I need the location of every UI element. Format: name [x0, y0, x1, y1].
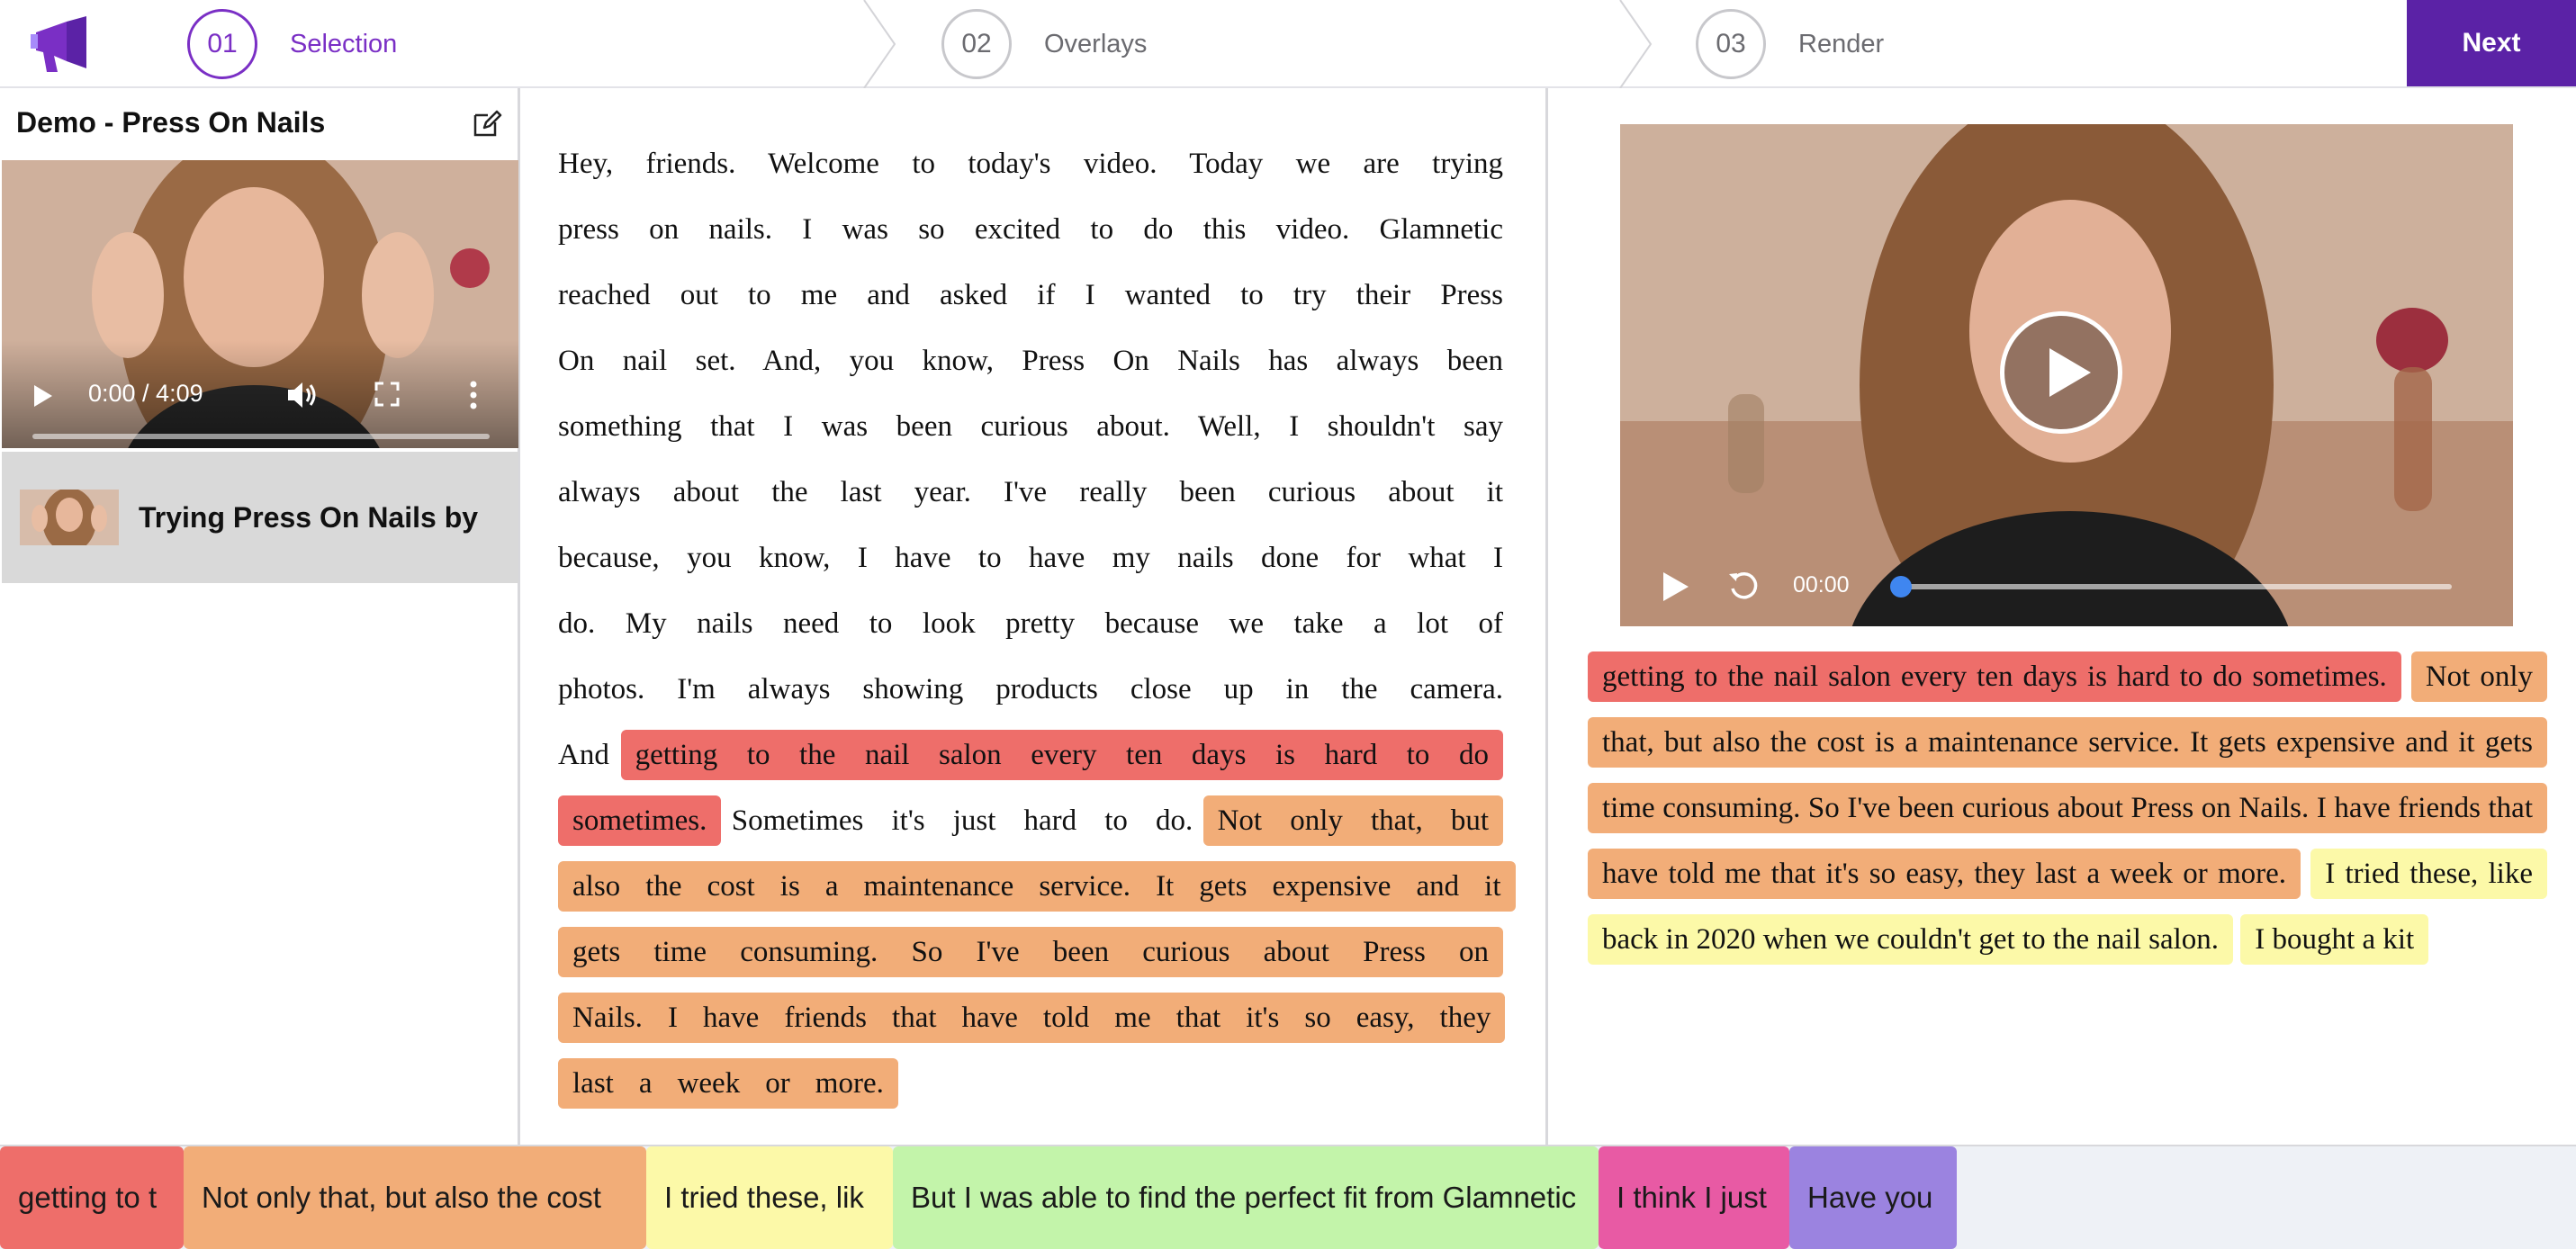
- next-button[interactable]: Next: [2407, 0, 2576, 86]
- step-label: Render: [1798, 29, 1885, 58]
- transcript-panel[interactable]: Hey, friends. Welcome to today's video. …: [522, 88, 1548, 1145]
- source-video-player[interactable]: 0:00 / 4:09: [2, 160, 518, 448]
- preview-video-player[interactable]: 00:00: [1620, 124, 2513, 626]
- clip-timeline: getting to t Not only that, but also the…: [0, 1145, 2576, 1249]
- transcript-segment[interactable]: Hey, friends. Welcome to today's video. …: [558, 148, 1503, 771]
- step-number: 03: [1696, 9, 1766, 79]
- step-label: Overlays: [1044, 29, 1148, 58]
- step-number: 02: [941, 9, 1012, 79]
- video-progress-bar[interactable]: [32, 434, 490, 439]
- step-render[interactable]: 03 Render: [1696, 0, 1884, 88]
- preview-highlight-red[interactable]: getting to the nail salon every ten days…: [1588, 651, 2401, 702]
- clip-item[interactable]: Have you: [1789, 1146, 1957, 1249]
- preview-progress-bar[interactable]: [1899, 584, 2452, 589]
- project-sidebar: Demo - Press On Nails 0:00 / 4:09 Trying…: [0, 88, 520, 1145]
- step-overlays[interactable]: 02 Overlays: [941, 0, 1147, 88]
- edit-icon[interactable]: [472, 108, 502, 139]
- top-bar: 01 Selection 02 Overlays 03 Render Next: [0, 0, 2576, 88]
- big-play-button[interactable]: [2000, 311, 2122, 434]
- clip-item[interactable]: I think I just: [1599, 1146, 1789, 1249]
- video-time: 0:00 / 4:09: [88, 380, 203, 407]
- step-separator-icon: [1619, 0, 1653, 88]
- fullscreen-icon[interactable]: [374, 382, 400, 407]
- megaphone-logo-icon[interactable]: [31, 14, 99, 74]
- play-icon[interactable]: [34, 385, 52, 407]
- step-label: Selection: [290, 29, 398, 58]
- more-options-icon[interactable]: [468, 380, 479, 410]
- step-number: 01: [187, 9, 257, 79]
- list-item[interactable]: Trying Press On Nails by: [2, 452, 518, 583]
- clip-item[interactable]: getting to t: [0, 1146, 184, 1249]
- preview-segment[interactable]: I bought a kit: [2240, 914, 2429, 965]
- preview-panel: 00:00 getting to the nail salon every te…: [1550, 88, 2576, 1145]
- list-item-label: Trying Press On Nails by: [139, 500, 479, 534]
- transcript-segment[interactable]: Sometimes it's just hard to do.: [732, 804, 1193, 837]
- step-selection[interactable]: 01 Selection: [187, 0, 397, 88]
- step-separator-icon: [863, 0, 896, 88]
- preview-time: 00:00: [1793, 572, 1850, 598]
- project-title: Demo - Press On Nails: [16, 106, 326, 139]
- preview-controls: 00:00: [1620, 545, 2513, 626]
- preview-caption-text: getting to the nail salon every ten days…: [1588, 644, 2548, 973]
- clip-item[interactable]: I tried these, lik: [646, 1146, 893, 1249]
- video-thumbnail: [20, 490, 119, 545]
- volume-icon[interactable]: [286, 380, 319, 410]
- clip-item[interactable]: But I was able to find the perfect fit f…: [893, 1146, 1599, 1249]
- transcript-text: Hey, friends. Welcome to today's video. …: [558, 131, 1516, 1117]
- video-controls: 0:00 / 4:09: [2, 340, 518, 448]
- replay-icon[interactable]: [1726, 569, 1761, 603]
- preview-progress-knob[interactable]: [1890, 576, 1912, 598]
- clip-item[interactable]: Not only that, but also the cost: [184, 1146, 646, 1249]
- play-icon[interactable]: [1663, 572, 1689, 601]
